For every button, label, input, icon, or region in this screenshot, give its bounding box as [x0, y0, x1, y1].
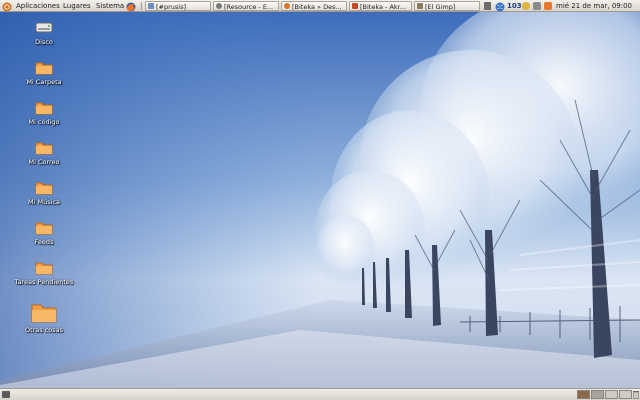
desktop-icon-label: Disco — [35, 38, 53, 46]
desktop-icon-mi-codigo[interactable]: Mi código — [7, 100, 81, 126]
wallpaper-winter-trees — [0, 0, 640, 400]
trash-icon[interactable] — [633, 390, 639, 399]
show-desktop-icon[interactable] — [484, 2, 491, 10]
workspace-4[interactable] — [619, 390, 632, 399]
desktop-icon-label: Tareas Pendientes — [14, 278, 74, 286]
workspace-3[interactable] — [605, 390, 618, 399]
taskbar-button-label: [Biteka » Des... — [292, 3, 342, 11]
panel-separator — [141, 2, 142, 10]
desktop-icon-disco[interactable]: Disco — [7, 20, 81, 46]
desktop-icon-label: Mi Carpeta — [26, 78, 62, 86]
folder-icon — [31, 304, 57, 323]
network-globe-icon[interactable] — [495, 1, 505, 13]
window-icon — [148, 3, 154, 9]
desktop-icon-otras-cosas[interactable]: Otras cosas — [7, 302, 81, 334]
folder-icon — [35, 222, 53, 235]
menu-aplicaciones[interactable]: Aplicaciones — [16, 0, 60, 12]
folder-icon — [35, 102, 53, 115]
folder-icon — [35, 262, 53, 275]
desktop-icon-mi-musica[interactable]: Mi Música — [7, 180, 81, 206]
menu-sistema[interactable]: Sistema — [96, 0, 124, 12]
window-icon — [417, 3, 423, 9]
updates-icon[interactable] — [544, 2, 552, 10]
desktop-icon-mi-carpeta[interactable]: Mi Carpeta — [7, 60, 81, 86]
folder-icon — [35, 142, 53, 155]
desktop-icon-label: Feeds — [34, 238, 54, 246]
top-panel: Aplicaciones Lugares Sistema [#prusis] [… — [0, 0, 640, 12]
taskbar-button[interactable]: [El Gimp] — [414, 1, 480, 11]
desktop-icon-tareas-pendientes[interactable]: Tareas Pendientes — [7, 260, 81, 286]
folder-icon — [35, 62, 53, 75]
workspace-2[interactable] — [591, 390, 604, 399]
taskbar-button[interactable]: [Biteka » Des... — [281, 1, 347, 11]
drive-icon — [35, 22, 53, 33]
taskbar-button-label: [El Gimp] — [425, 3, 456, 11]
window-icon — [284, 3, 290, 9]
firefox-launcher-icon[interactable] — [126, 1, 136, 13]
desktop[interactable]: Disco Mi Carpeta Mi código Mi Correo Mi … — [0, 0, 640, 400]
taskbar-button-label: [#prusis] — [156, 3, 187, 11]
bottom-panel — [0, 388, 640, 400]
ubuntu-logo-icon — [2, 2, 12, 12]
desktop-icon-mi-correo[interactable]: Mi Correo — [7, 140, 81, 166]
desktop-icon-label: Mi Correo — [28, 158, 60, 166]
user-status-icon[interactable] — [522, 2, 530, 10]
taskbar-button[interactable]: [Biteka - Akr... — [349, 1, 412, 11]
taskbar-button[interactable]: [#prusis] — [145, 1, 211, 11]
show-desktop-icon[interactable] — [2, 391, 10, 398]
clock[interactable]: mié 21 de mar, 09:00 — [556, 0, 632, 12]
desktop-icon-label: Mi código — [28, 118, 60, 126]
desktop-icon-label: Mi Música — [28, 198, 60, 206]
taskbar-button-label: [Resource - E... — [224, 3, 274, 11]
folder-icon — [35, 182, 53, 195]
desktop-icon-label: Otras cosas — [24, 326, 64, 334]
network-count: 103 — [507, 2, 522, 10]
workspace-1[interactable] — [577, 390, 590, 399]
tray-app-icon[interactable] — [533, 2, 541, 10]
window-icon — [352, 3, 358, 9]
taskbar-button-label: [Biteka - Akr... — [360, 3, 406, 11]
window-icon — [216, 3, 222, 9]
taskbar-button[interactable]: [Resource - E... — [213, 1, 279, 11]
desktop-icon-feeds[interactable]: Feeds — [7, 220, 81, 246]
menu-lugares[interactable]: Lugares — [63, 0, 91, 12]
